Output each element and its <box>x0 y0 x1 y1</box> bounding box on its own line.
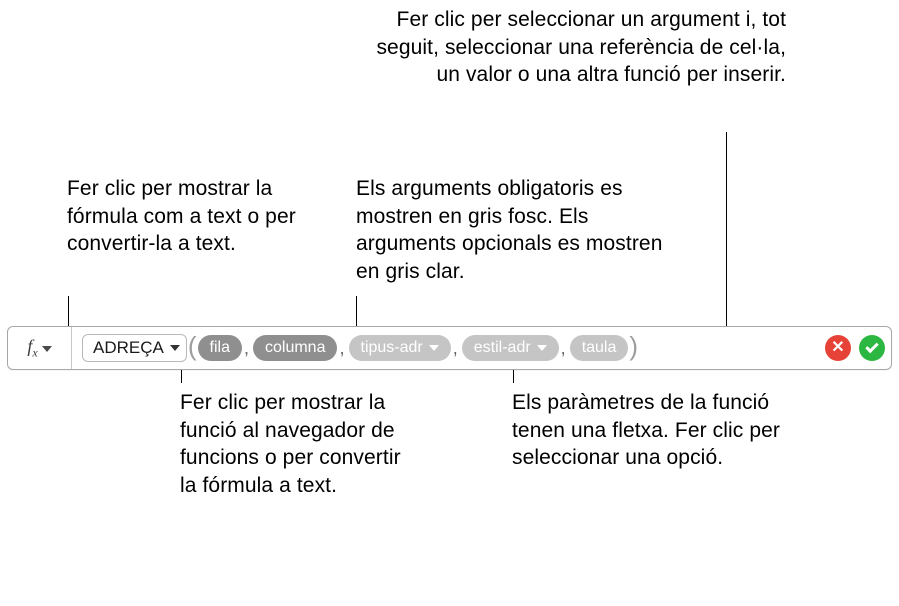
function-name-token[interactable]: ADREÇA <box>82 334 187 362</box>
cancel-button[interactable]: ✕ <box>825 335 851 361</box>
formula-token-rail[interactable]: ADREÇA ( fila , columna , tipus-adr , es… <box>78 331 813 365</box>
arg-token-taula[interactable]: taula <box>570 335 629 361</box>
leader-line <box>356 296 357 329</box>
arg-label: taula <box>582 339 617 357</box>
chevron-down-icon <box>429 345 439 351</box>
check-icon <box>865 340 878 353</box>
function-name-label: ADREÇA <box>93 338 164 358</box>
arg-separator: , <box>337 338 348 359</box>
arg-token-tipus-adr[interactable]: tipus-adr <box>349 335 451 361</box>
close-icon: ✕ <box>831 340 844 356</box>
arg-label: columna <box>265 339 325 357</box>
fx-menu-button[interactable]: fx <box>8 327 72 369</box>
callout-arg-colors: Els arguments obligatoris es mostren en … <box>356 175 686 286</box>
leader-line <box>726 132 727 328</box>
formula-actions: ✕ <box>819 335 885 361</box>
arg-label: tipus-adr <box>361 339 423 357</box>
arg-separator: , <box>242 338 253 359</box>
arg-token-columna[interactable]: columna <box>253 335 337 361</box>
callout-param-dropdown: Els paràmetres de la funció tenen una fl… <box>512 389 802 472</box>
callout-fx-menu: Fer clic per mostrar la fórmula com a te… <box>67 175 312 258</box>
arg-separator: , <box>451 338 462 359</box>
arg-token-estil-adr[interactable]: estil-adr <box>462 335 559 361</box>
callout-arg-insert: Fer clic per seleccionar un argument i, … <box>366 6 786 89</box>
arg-separator: , <box>559 338 570 359</box>
arg-label: fila <box>210 339 230 357</box>
open-paren: ( <box>187 331 198 362</box>
arg-token-fila[interactable]: fila <box>198 335 242 361</box>
confirm-button[interactable] <box>859 335 885 361</box>
arg-label: estil-adr <box>474 339 531 357</box>
fx-icon: fx <box>27 337 37 359</box>
callout-function-browser: Fer clic per mostrar la funció al navega… <box>180 389 410 500</box>
chevron-down-icon <box>170 345 180 351</box>
chevron-down-icon <box>537 345 547 351</box>
chevron-down-icon <box>42 346 52 352</box>
formula-editor-bar: fx ADREÇA ( fila , columna , tipus-adr , <box>7 326 892 370</box>
close-paren: ) <box>628 331 639 362</box>
leader-line <box>68 296 69 329</box>
